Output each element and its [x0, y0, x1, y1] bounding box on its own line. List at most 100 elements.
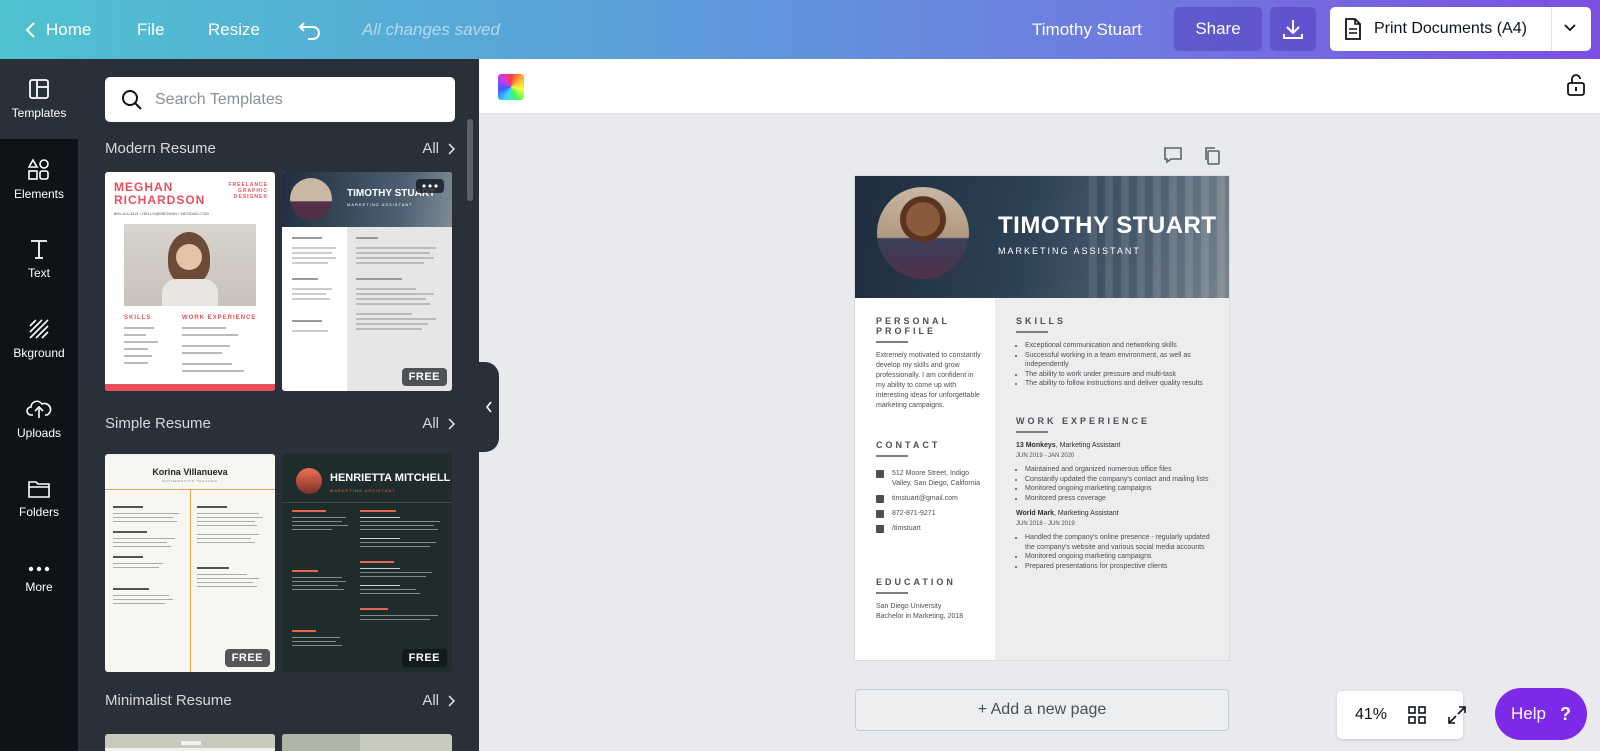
document-owner-name[interactable]: Timothy Stuart [1032, 0, 1142, 59]
job-bullets: Handled the company's online presence - … [1016, 533, 1216, 571]
comment-icon[interactable] [1163, 146, 1183, 171]
job-bullet[interactable]: Maintained and organized numerous office… [1025, 465, 1216, 475]
profile-heading[interactable]: PERSONAL PROFILE [876, 316, 981, 336]
education-school[interactable]: San Diego University [876, 602, 986, 612]
lock-icon[interactable] [1566, 73, 1586, 102]
rail-item-background[interactable]: Bkground [0, 299, 78, 379]
rail-label: Templates [11, 106, 67, 120]
see-all-minimalist[interactable]: All [422, 692, 455, 709]
education-heading[interactable]: EDUCATION [876, 577, 986, 587]
divider [1551, 7, 1552, 51]
share-button[interactable]: Share [1174, 7, 1262, 51]
thumb-timothy-photo [290, 178, 332, 220]
fullscreen-icon[interactable] [1447, 705, 1467, 725]
resize-button[interactable]: Resize [208, 0, 260, 59]
job-bullet[interactable]: Monitored press coverage [1025, 494, 1216, 504]
skill-item[interactable]: The ability to work under pressure and m… [1025, 370, 1216, 380]
contact-phone[interactable]: 872-871-9271 [892, 509, 936, 519]
more-icon [422, 184, 438, 188]
contact-email[interactable]: timstuart@gmail.com [892, 494, 958, 504]
job-title: , Marketing Assistant [1054, 510, 1119, 517]
undo-button[interactable] [298, 0, 322, 59]
template-henrietta-mitchell[interactable]: HENRIETTA MITCHELL MARKETING ASSISTANT F… [282, 454, 452, 672]
rail-label: More [25, 580, 53, 594]
resume-role[interactable]: MARKETING ASSISTANT [998, 246, 1141, 256]
contact-phone-row: 872-871-9271 [876, 509, 986, 519]
chevron-right-icon [448, 417, 455, 430]
more-icon [28, 566, 50, 572]
see-all-modern[interactable]: All [422, 140, 455, 157]
chevron-right-icon [448, 694, 455, 707]
zoom-level[interactable]: 41% [1355, 706, 1387, 724]
search-input[interactable] [155, 90, 435, 109]
skill-item[interactable]: Exceptional communication and networking… [1025, 341, 1216, 351]
thumb-meghan-photo [124, 224, 256, 306]
rail-item-uploads[interactable]: Uploads [0, 379, 78, 459]
job-dates[interactable]: JUN 2019 - JAN 2020 [1016, 451, 1216, 461]
resume-photo[interactable] [877, 187, 969, 279]
background-icon [29, 319, 49, 339]
thumb-meghan-name-last: RICHARDSON [114, 193, 206, 207]
collapse-panel-button[interactable] [479, 362, 499, 452]
resume-name[interactable]: TIMOTHY STUART [998, 212, 1217, 240]
rail-item-text[interactable]: Text [0, 219, 78, 299]
template-timothy-stuart[interactable]: TIMOTHY STUART MARKETING ASSISTANT FREE [282, 172, 452, 391]
top-bar: Home File Resize All changes saved Timot… [0, 0, 1600, 59]
resume-page[interactable]: TIMOTHY STUART MARKETING ASSISTANT PERSO… [855, 176, 1229, 660]
search-box[interactable] [105, 77, 455, 122]
job-bullet[interactable]: Monitored ongoing marketing campaigns [1025, 484, 1216, 494]
page-actions [1163, 146, 1221, 171]
divider [1016, 331, 1048, 333]
contact-address[interactable]: 512 Moore Street, Indigo Valley, San Die… [892, 469, 986, 489]
thumb-meghan-experience: WORK EXPERIENCE [182, 315, 257, 321]
contact-heading[interactable]: CONTACT [876, 440, 986, 450]
help-button[interactable]: Help ? [1495, 688, 1587, 740]
job-bullet[interactable]: Monitored ongoing marketing campaigns [1025, 552, 1216, 562]
print-documents-button[interactable]: Print Documents (A4) [1330, 7, 1591, 51]
template-minimalist-2[interactable] [282, 734, 452, 751]
text-icon [31, 240, 47, 259]
job-bullet[interactable]: Constantly updated the company's contact… [1025, 475, 1216, 485]
skills-heading[interactable]: SKILLS [1016, 316, 1216, 326]
templates-panel: Modern Resume All MEGHAN RICHARDSON FREE… [78, 59, 479, 751]
color-picker-button[interactable] [498, 74, 524, 100]
job-title-line[interactable]: World Mark, Marketing Assistant [1016, 509, 1216, 519]
job-bullet[interactable]: Prepared presentations for prospective c… [1025, 562, 1216, 572]
profile-text[interactable]: Extremely motivated to constantly develo… [876, 351, 981, 411]
rail-label: Uploads [16, 426, 62, 440]
template-minimalist-1[interactable] [105, 734, 275, 751]
zoom-controls: 41% [1337, 691, 1466, 739]
thumb-timothy-left-col [282, 227, 347, 391]
rail-item-folders[interactable]: Folders [0, 459, 78, 539]
template-korina-villanueva[interactable]: Korina Villanueva MATHEMATICS TEACHER FR… [105, 454, 275, 672]
job-title-line[interactable]: 13 Monkeys, Marketing Assistant [1016, 441, 1216, 451]
download-button[interactable] [1270, 7, 1316, 51]
template-meghan-richardson[interactable]: MEGHAN RICHARDSON FREELANCE GRAPHIC DESI… [105, 172, 275, 391]
section-title-simple: Simple Resume [105, 415, 211, 432]
add-new-page-button[interactable]: + Add a new page [855, 689, 1229, 731]
chevron-down-icon[interactable] [1562, 20, 1578, 41]
rail-item-more[interactable]: More [0, 539, 78, 619]
chevron-left-icon [25, 21, 35, 38]
see-all-label: All [422, 692, 439, 709]
education-degree[interactable]: Bachelor in Marketing, 2018 [876, 612, 986, 622]
rail-item-templates[interactable]: Templates [0, 59, 78, 139]
duplicate-page-icon[interactable] [1203, 146, 1221, 171]
divider [876, 455, 908, 457]
grid-view-icon[interactable] [1407, 705, 1427, 725]
see-all-simple[interactable]: All [422, 415, 455, 432]
panel-scrollbar[interactable] [467, 119, 473, 201]
work-heading[interactable]: WORK EXPERIENCE [1016, 416, 1216, 426]
rail-item-elements[interactable]: Elements [0, 139, 78, 219]
job-dates[interactable]: JUN 2018 - JUN 2019 [1016, 519, 1216, 529]
skill-item[interactable]: The ability to follow instructions and d… [1025, 379, 1216, 389]
contact-linkedin[interactable]: /timstuart [892, 524, 921, 534]
template-options-button[interactable] [416, 179, 444, 193]
skill-item[interactable]: Successful working in a team environment… [1025, 351, 1216, 370]
job-bullet[interactable]: Handled the company's online presence - … [1025, 533, 1216, 552]
free-badge: FREE [401, 368, 447, 386]
home-button[interactable]: Home [24, 0, 91, 59]
file-menu-button[interactable]: File [137, 0, 164, 59]
save-status: All changes saved [362, 19, 500, 39]
section-title-minimalist: Minimalist Resume [105, 692, 232, 709]
